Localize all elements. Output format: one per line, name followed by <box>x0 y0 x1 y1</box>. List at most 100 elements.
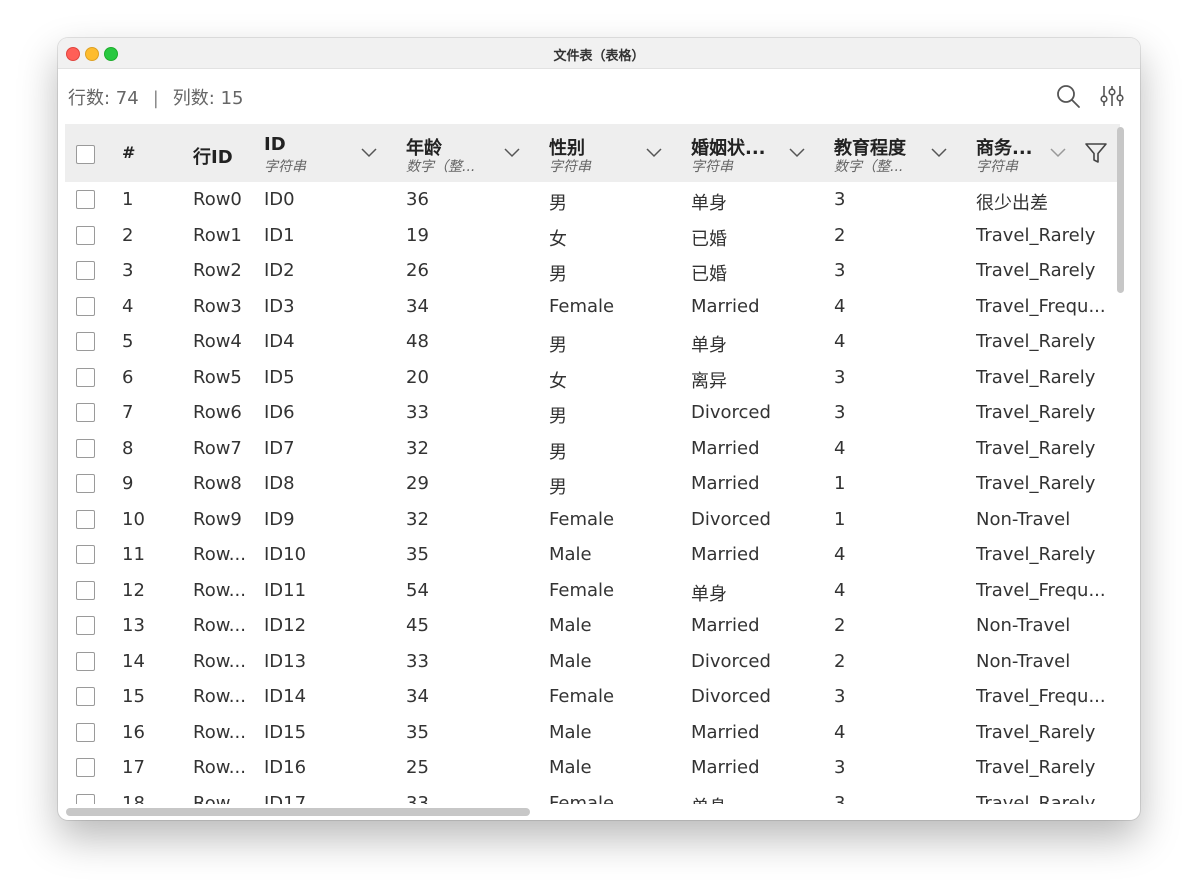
table-row[interactable]: 16 Row... ID15 35 Male Married 4 Travel_Rarely <box>65 714 1120 751</box>
table-cell: 33 <box>406 792 429 805</box>
table-row[interactable]: 18 Row... ID17 33 Female 单身 3 Travel_Rarely <box>65 785 1120 805</box>
table-cell: 18 <box>122 792 145 805</box>
table-window: 文件表（表格） 行数: 74 | 列数: 15 # 行ID ID 字符串 年龄 … <box>58 38 1140 820</box>
table-cell: 2 <box>834 615 846 636</box>
table-cell: Row... <box>193 792 246 805</box>
table-cell: 单身 <box>691 193 727 214</box>
table-cell: Row5 <box>193 366 242 388</box>
table-cell: 3 <box>834 757 846 778</box>
table-cell: 5 <box>122 331 134 352</box>
table-cell: Female <box>549 792 615 805</box>
chevron-down-icon[interactable] <box>646 146 662 158</box>
table-cell: 17 <box>122 757 145 778</box>
column-count: 列数: 15 <box>172 88 244 109</box>
table-cell: 13 <box>122 615 145 636</box>
table-cell: 女 <box>549 370 567 392</box>
row-checkbox[interactable] <box>76 296 95 316</box>
table-row[interactable]: 6 Row5 ID5 20 女 离异 3 Travel_Rarely <box>65 359 1120 396</box>
sliders-icon[interactable] <box>1098 82 1126 110</box>
table-row[interactable]: 3 Row2 ID2 26 男 已婚 3 Travel_Rarely <box>65 253 1120 290</box>
table-cell: ID15 <box>264 721 307 743</box>
vertical-scrollbar[interactable] <box>1117 127 1124 293</box>
chevron-down-icon[interactable] <box>361 146 377 158</box>
table-cell: 已婚 <box>691 228 727 250</box>
table-row[interactable]: 7 Row6 ID6 33 男 Divorced 3 Travel_Rarely <box>65 395 1120 432</box>
table-cell: 34 <box>406 295 429 317</box>
row-checkbox[interactable] <box>76 367 95 387</box>
row-checkbox[interactable] <box>76 793 95 804</box>
table-cell: Female <box>549 686 615 707</box>
title-bar: 文件表（表格） <box>58 38 1140 69</box>
row-checkbox[interactable] <box>76 687 95 706</box>
table-cell: ID5 <box>264 366 295 388</box>
search-icon[interactable] <box>1054 82 1082 110</box>
table-cell: 54 <box>406 579 429 601</box>
table-cell: ID3 <box>264 295 295 317</box>
row-checkbox[interactable] <box>76 474 95 493</box>
table-row[interactable]: 8 Row7 ID7 32 男 Married 4 Travel_Rarely <box>65 430 1120 467</box>
table-row[interactable]: 17 Row... ID16 25 Male Married 3 Travel_Rarely <box>65 750 1120 787</box>
horizontal-scrollbar[interactable] <box>66 808 530 816</box>
table-cell: 12 <box>122 579 145 601</box>
row-checkbox[interactable] <box>76 438 95 458</box>
table-cell: Travel_Frequ... <box>976 686 1106 707</box>
table-cell: Male <box>549 615 592 636</box>
table-cell: 6 <box>122 366 134 388</box>
row-checkbox[interactable] <box>76 651 95 671</box>
table-row[interactable]: 11 Row... ID10 35 Male Married 4 Travel_Rarely <box>65 537 1120 574</box>
chevron-down-icon[interactable] <box>504 146 520 158</box>
row-checkbox[interactable] <box>76 722 95 742</box>
table-cell: ID1 <box>264 224 295 246</box>
table-cell: 7 <box>122 402 134 423</box>
table-cell: 35 <box>406 721 429 743</box>
table-cell: Travel_Rarely <box>976 473 1096 494</box>
table-cell: 10 <box>122 508 145 530</box>
row-checkbox[interactable] <box>76 616 95 635</box>
chevron-down-icon[interactable] <box>1050 146 1066 158</box>
table-cell: 8 <box>122 437 134 459</box>
row-checkbox[interactable] <box>76 758 95 777</box>
chevron-down-icon[interactable] <box>931 146 947 158</box>
table-cell: Male <box>549 650 592 672</box>
table-cell: 1 <box>834 508 846 530</box>
table-cell: Row... <box>193 757 246 778</box>
table-row[interactable]: 1 Row0 ID0 36 男 单身 3 很少出差 <box>65 182 1120 219</box>
table-cell: Divorced <box>691 650 771 672</box>
row-checkbox[interactable] <box>76 403 95 422</box>
row-checkbox[interactable] <box>76 580 95 600</box>
row-checkbox[interactable] <box>76 261 95 280</box>
table-cell: 2 <box>834 650 846 672</box>
table-cell: Travel_Rarely <box>976 792 1096 805</box>
table-cell: Travel_Rarely <box>976 331 1096 352</box>
table-cell: Row0 <box>193 189 242 210</box>
row-count: 行数: 74 <box>68 88 139 109</box>
table-cell: 4 <box>834 544 846 565</box>
table-row[interactable]: 10 Row9 ID9 32 Female Divorced 1 Non-Travel <box>65 501 1120 538</box>
table-row[interactable]: 14 Row... ID13 33 Male Divorced 2 Non-Travel <box>65 643 1120 680</box>
row-checkbox[interactable] <box>76 332 95 351</box>
row-checkbox[interactable] <box>76 190 95 209</box>
table-row[interactable]: 9 Row8 ID8 29 男 Married 1 Travel_Rarely <box>65 466 1120 503</box>
row-checkbox[interactable] <box>76 509 95 529</box>
table-row[interactable]: 5 Row4 ID4 48 男 单身 4 Travel_Rarely <box>65 324 1120 361</box>
table-cell: 4 <box>834 579 846 601</box>
filter-icon[interactable] <box>1084 141 1108 165</box>
table-row[interactable]: 12 Row... ID11 54 Female 单身 4 Travel_Frequ... <box>65 572 1120 609</box>
row-checkbox[interactable] <box>76 225 95 245</box>
select-all-checkbox[interactable] <box>76 145 95 164</box>
table-cell: Row... <box>193 544 246 565</box>
table-row[interactable]: 4 Row3 ID3 34 Female Married 4 Travel_Frequ... <box>65 288 1120 325</box>
row-checkbox[interactable] <box>76 545 95 564</box>
table-cell: Female <box>549 295 615 317</box>
table-cell: ID13 <box>264 650 307 672</box>
table-cell: Travel_Rarely <box>976 544 1096 565</box>
table-cell: Married <box>691 473 760 494</box>
table-row[interactable]: 15 Row... ID14 34 Female Divorced 3 Travel_Freq… <box>65 679 1120 716</box>
table-row[interactable]: 13 Row... ID12 45 Male Married 2 Non-Travel <box>65 608 1120 645</box>
chevron-down-icon[interactable] <box>789 146 805 158</box>
table-row[interactable]: 2 Row1 ID1 19 女 已婚 2 Travel_Rarely <box>65 217 1120 254</box>
table-cell: ID10 <box>264 544 307 565</box>
table-cell: 3 <box>834 366 846 388</box>
table-cell: 11 <box>122 544 145 565</box>
table-cell: 15 <box>122 686 145 707</box>
